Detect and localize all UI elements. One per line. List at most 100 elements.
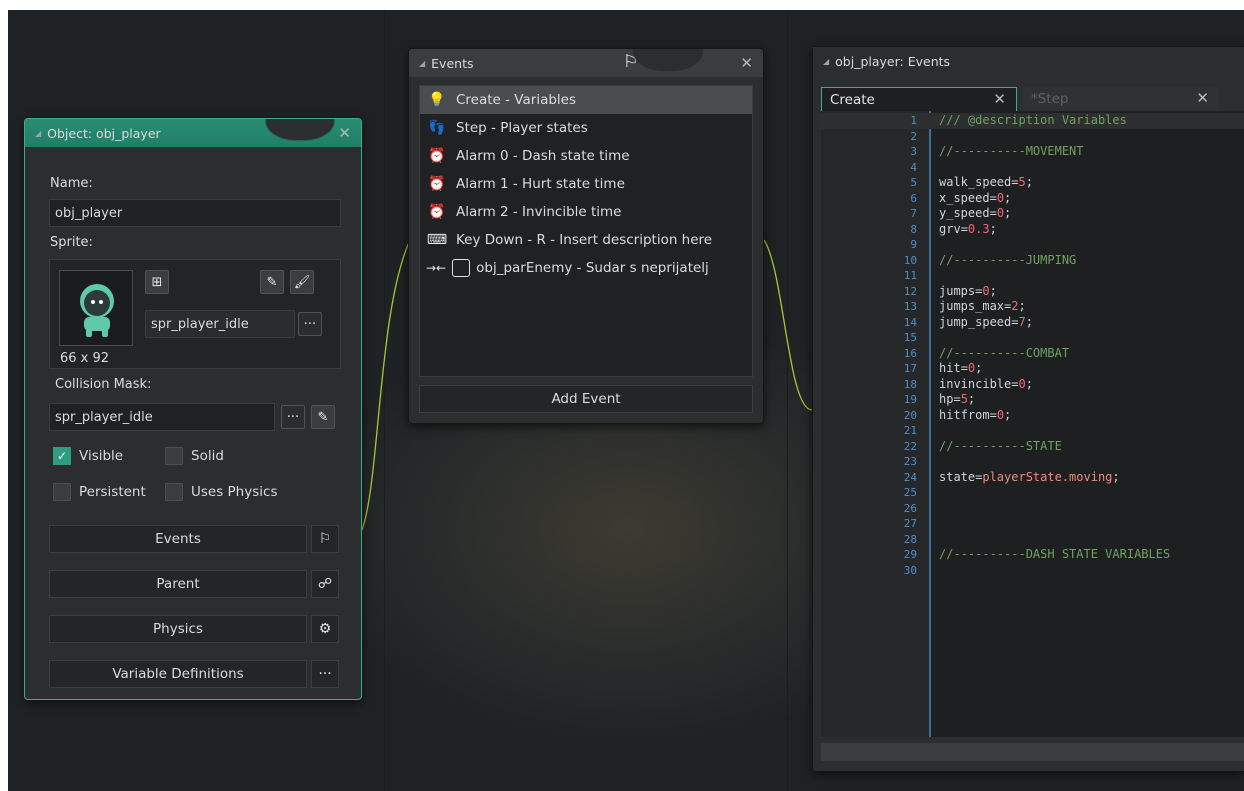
sprite-select-field[interactable]: spr_player_idle [145, 310, 295, 338]
event-item-create[interactable]: 💡 Create - Variables [420, 86, 752, 114]
code-line[interactable]: 17 hit=0; [821, 361, 1244, 377]
lightbulb-icon: 💡 [428, 92, 446, 108]
events-button[interactable]: Events [49, 525, 307, 553]
code-line[interactable]: 6 x_speed=0; [821, 191, 1244, 207]
close-icon[interactable]: ✕ [740, 54, 753, 72]
code-line[interactable]: 5 walk_speed=5; [821, 175, 1244, 191]
code-line[interactable]: 9 [821, 237, 1244, 253]
event-item-collision[interactable]: →← obj_parEnemy - Sudar s neprijatelj [420, 254, 752, 282]
new-sprite-button[interactable]: ⊞ [145, 270, 169, 294]
code-line[interactable]: 23 [821, 454, 1244, 470]
solid-checkbox[interactable]: Solid [165, 447, 224, 465]
collapse-triangle-icon[interactable]: ◢ [419, 59, 425, 68]
code-line[interactable]: 24 state=playerState.moving; [821, 470, 1244, 486]
collision-mask-field[interactable]: spr_player_idle [49, 403, 275, 431]
persistent-checkbox[interactable]: Persistent [53, 483, 146, 501]
collision-icon: →← [426, 261, 447, 275]
code-line[interactable]: 8 grv=0.3; [821, 222, 1244, 238]
event-label: Create - Variables [456, 92, 577, 108]
code-line[interactable]: 12 jumps=0; [821, 284, 1244, 300]
object-window[interactable]: ◢ Object: obj_player ✕ Name: obj_player … [24, 118, 362, 700]
code-line[interactable]: 26 [821, 501, 1244, 517]
code-line[interactable]: 1 /// @description Variables [821, 113, 1244, 129]
code-line[interactable]: 7 y_speed=0; [821, 206, 1244, 222]
line-number: 9 [910, 238, 917, 251]
window-tab-notch [265, 119, 335, 141]
code-line[interactable]: 29 //----------DASH STATE VARIABLES [821, 547, 1244, 563]
code-text: y_speed=0; [939, 206, 1012, 220]
parent-button[interactable]: Parent [49, 570, 307, 598]
code-line[interactable]: 10 //----------JUMPING [821, 253, 1244, 269]
open-sprite-editor-button[interactable]: 🖌 [290, 270, 314, 294]
tab-create[interactable]: Create ✕ [821, 87, 1017, 111]
code-editor[interactable]: ❯ 1/// @description Variables23//-------… [821, 111, 1244, 737]
code-editor-window[interactable]: ◢ obj_player: Events Create ✕ *Step ✕ ❯ … [812, 46, 1244, 772]
collision-edit-button[interactable]: ✎ [311, 405, 335, 429]
code-text: hitfrom=0; [939, 407, 1012, 422]
code-line[interactable]: 25 [821, 485, 1244, 501]
events-window-title: Events [431, 55, 474, 71]
events-list: 💡 Create - Variables 👣 Step - Player sta… [419, 85, 753, 377]
line-number: 13 [903, 300, 917, 313]
code-line[interactable]: 27 [821, 516, 1244, 532]
code-line[interactable]: 28 [821, 532, 1244, 548]
code-line[interactable]: 19 hp=5; [821, 392, 1244, 408]
code-line[interactable]: 18 invincible=0; [821, 377, 1244, 393]
close-icon[interactable]: ✕ [1196, 89, 1209, 107]
code-line[interactable]: 2 [821, 129, 1244, 145]
code-text: hit=0; [939, 361, 983, 375]
code-line[interactable]: 11 [821, 268, 1244, 284]
tab-step[interactable]: *Step ✕ [1023, 87, 1219, 111]
code-line[interactable]: 22 //----------STATE [821, 439, 1244, 455]
name-label: Name: [50, 176, 93, 191]
code-line[interactable]: 30 [821, 563, 1244, 579]
code-text: x_speed=0; [939, 190, 1012, 205]
code-line[interactable]: 3 //----------MOVEMENT [821, 144, 1244, 160]
physics-gear-button[interactable]: ⚙ [311, 615, 339, 643]
parent-hierarchy-button[interactable]: ☍ [311, 570, 339, 598]
events-window-titlebar[interactable]: ◢ Events ⚐ ✕ [409, 49, 763, 77]
event-label: Key Down - R - Insert description here [456, 232, 713, 248]
code-line[interactable]: 16 //----------COMBAT [821, 346, 1244, 362]
event-item-key-down[interactable]: ⌨ Key Down - R - Insert description here [420, 226, 752, 254]
variable-definitions-button[interactable]: Variable Definitions [49, 660, 307, 688]
close-icon[interactable]: ✕ [338, 124, 351, 142]
collision-browse-button[interactable]: ··· [281, 405, 305, 429]
events-flag-button[interactable]: ⚐ [311, 525, 339, 553]
collapse-triangle-icon[interactable]: ◢ [823, 57, 829, 66]
line-number: 5 [910, 176, 917, 189]
collision-mask-label: Collision Mask: [55, 377, 152, 392]
code-line[interactable]: 15 [821, 330, 1244, 346]
event-item-alarm-1[interactable]: ⏰ Alarm 1 - Hurt state time [420, 170, 752, 198]
line-number: 30 [903, 563, 917, 577]
collapse-triangle-icon[interactable]: ◢ [35, 129, 41, 138]
close-icon[interactable]: ✕ [993, 90, 1006, 108]
object-window-titlebar[interactable]: ◢ Object: obj_player ✕ [25, 119, 361, 147]
name-field[interactable]: obj_player [49, 199, 341, 227]
sprite-thumbnail[interactable] [59, 270, 133, 346]
keyboard-icon: ⌨ [426, 232, 448, 248]
event-item-step[interactable]: 👣 Step - Player states [420, 114, 752, 142]
code-line[interactable]: 4 [821, 160, 1244, 176]
code-line[interactable]: 14 jump_speed=7; [821, 315, 1244, 331]
events-window[interactable]: ◢ Events ⚐ ✕ 💡 Create - Variables 👣 Step… [408, 48, 764, 424]
edit-sprite-button[interactable]: ✎ [260, 270, 284, 294]
code-window-titlebar[interactable]: ◢ obj_player: Events [813, 47, 1244, 75]
event-item-alarm-2[interactable]: ⏰ Alarm 2 - Invincible time [420, 198, 752, 226]
uses-physics-checkbox[interactable]: Uses Physics [165, 483, 277, 501]
workspace[interactable]: ◢ Object: obj_player ✕ Name: obj_player … [8, 10, 1244, 791]
flag-icon: ⚐ [318, 531, 332, 547]
event-item-alarm-0[interactable]: ⏰ Alarm 0 - Dash state time [420, 142, 752, 170]
code-text: hp=5; [939, 392, 976, 406]
visible-checkbox[interactable]: ✓ Visible [53, 447, 123, 465]
code-line[interactable]: 13 jumps_max=2; [821, 299, 1244, 315]
code-line[interactable]: 21 [821, 423, 1244, 439]
code-line[interactable]: 20 hitfrom=0; [821, 408, 1244, 424]
variable-definitions-more-button[interactable]: ··· [311, 660, 339, 688]
add-event-button[interactable]: Add Event [419, 385, 753, 413]
line-number: 2 [910, 129, 917, 143]
physics-button[interactable]: Physics [49, 615, 307, 643]
persistent-label: Persistent [79, 484, 146, 500]
code-window-title: obj_player: Events [835, 53, 951, 69]
sprite-browse-button[interactable]: ··· [298, 312, 322, 336]
